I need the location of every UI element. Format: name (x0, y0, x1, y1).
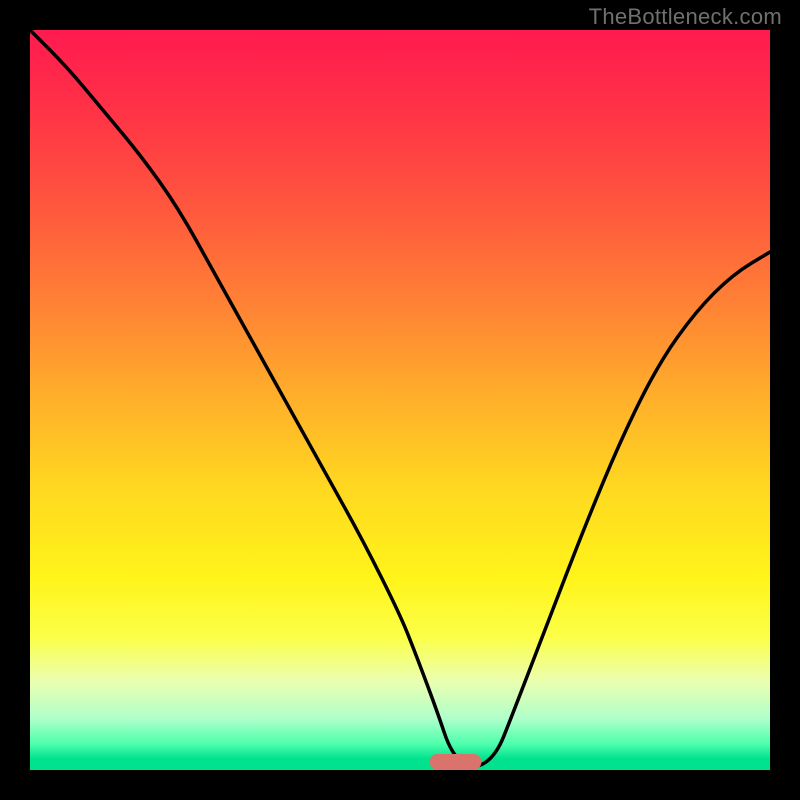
watermark-text: TheBottleneck.com (589, 4, 782, 30)
gradient-background (30, 30, 770, 770)
optimal-range-marker (430, 754, 482, 770)
chart-container: { "watermark": "TheBottleneck.com", "plo… (0, 0, 800, 800)
bottleneck-chart (0, 0, 800, 800)
